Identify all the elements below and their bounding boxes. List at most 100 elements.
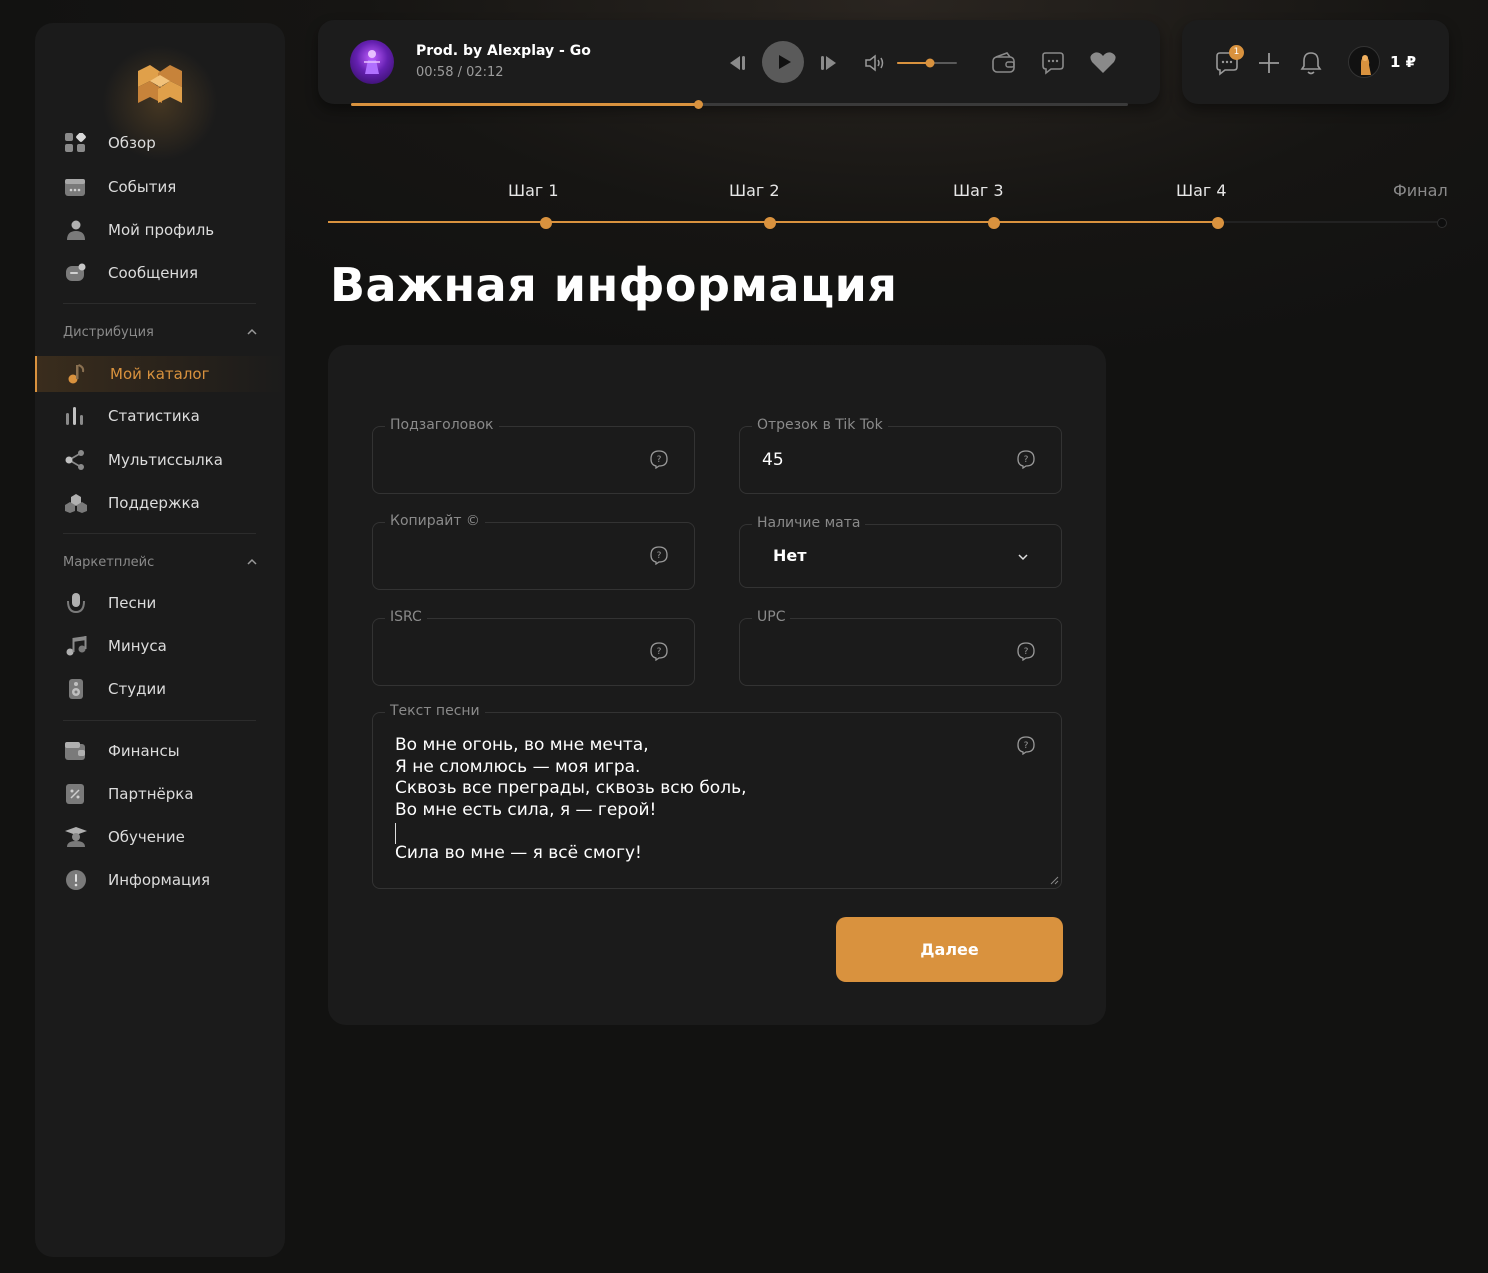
sidebar-item-label: Финансы [108,742,180,760]
svg-text:?: ? [657,551,662,561]
track-progress-fill [351,103,698,106]
field-label: Отрезок в Tik Tok [752,417,888,433]
play-icon [779,55,791,69]
sidebar-item-label: Студии [108,680,166,698]
wallet-icon[interactable] [991,51,1017,75]
svg-text:?: ? [657,647,662,657]
field-label: Наличие мата [752,515,866,531]
step-3-dot[interactable] [988,217,1000,229]
resize-handle-icon[interactable] [1050,876,1059,885]
next-icon[interactable] [818,54,840,72]
form-card: Подзаголовок ? Отрезок в Tik Tok 45 ? Ко… [328,345,1106,1025]
field-label: ISRC [385,609,427,625]
step-4-label: Шаг 4 [1176,181,1227,200]
svg-text:?: ? [657,455,662,465]
sidebar-item-education[interactable]: Обучение [35,819,285,855]
next-button[interactable]: Далее [836,917,1063,982]
volume-icon[interactable] [864,53,886,73]
help-icon[interactable]: ? [1016,735,1036,755]
sidebar-item-label: Обзор [108,134,156,152]
step-1-label: Шаг 1 [508,181,559,200]
step-2-dot[interactable] [764,217,776,229]
chevron-up-icon[interactable] [247,558,257,566]
track-time: 00:58 / 02:12 [416,65,504,80]
bars-icon [66,407,83,425]
track-progress-bar[interactable] [351,100,1128,109]
sidebar-item-events[interactable]: События [35,169,285,205]
play-button[interactable] [762,41,804,83]
copyright-field[interactable]: Копирайт © ? [372,513,695,590]
upc-field[interactable]: UPC ? [739,609,1062,686]
step-final-dot[interactable] [1437,218,1447,228]
message-icon [66,263,86,281]
sidebar-item-label: Мультиссылка [108,451,223,469]
step-2-label: Шаг 2 [729,181,780,200]
field-label: Текст песни [385,703,485,719]
sidebar-item-label: События [108,178,177,196]
svg-text:?: ? [1024,647,1029,657]
help-icon[interactable]: ? [649,449,669,469]
sidebar-item-statistics[interactable]: Статистика [35,398,285,434]
step-4-dot[interactable] [1212,217,1224,229]
chevron-up-icon[interactable] [247,328,257,336]
field-label: Копирайт © [385,513,485,529]
balance[interactable]: 1 ₽ [1390,53,1416,71]
sidebar-item-studios[interactable]: Студии [35,671,285,707]
step-final-label: Финал [1393,181,1448,200]
share-icon [65,450,84,470]
sidebar-item-label: Сообщения [108,264,199,282]
sidebar-item-minus[interactable]: Минуса [35,628,285,664]
sidebar-item-catalog[interactable]: Мой каталог [35,356,285,392]
track-cover[interactable] [350,40,394,84]
lyrics-text: Во мне огонь, во мне мечта, Я не сломлюс… [395,735,747,863]
info-icon [66,870,86,890]
sidebar-item-label: Мой профиль [108,221,215,239]
graduation-icon [65,827,87,847]
track-progress-knob[interactable] [694,100,703,109]
sidebar-item-songs[interactable]: Песни [35,585,285,621]
help-icon[interactable]: ? [649,545,669,565]
support-icon [65,494,87,513]
heart-icon[interactable] [1089,51,1117,75]
plus-icon[interactable] [1258,52,1280,74]
bell-icon[interactable] [1299,50,1323,76]
music-player: Prod. by Alexplay - Go 00:58 / 02:12 [318,20,1160,104]
sidebar-item-multilink[interactable]: Мультиссылка [35,442,285,478]
explicit-select[interactable]: Наличие мата Нет [739,515,1062,588]
sidebar-item-profile[interactable]: Мой профиль [35,212,285,248]
svg-text:?: ? [1024,741,1029,751]
tiktok-segment-field[interactable]: Отрезок в Tik Tok 45 ? [739,417,1062,494]
sidebar-item-label: Песни [108,594,157,612]
logo-icon[interactable] [136,63,184,105]
sidebar-item-partner[interactable]: Партнёрка [35,776,285,812]
lyrics-textarea[interactable]: Текст песни Во мне огонь, во мне мечта, … [372,703,1062,889]
help-icon[interactable]: ? [649,641,669,661]
sidebar-item-support[interactable]: Поддержка [35,485,285,521]
chevron-down-icon[interactable] [1018,553,1028,561]
sidebar-item-finance[interactable]: Финансы [35,733,285,769]
subtitle-field[interactable]: Подзаголовок ? [372,417,695,494]
stepper-line-remaining [1218,221,1442,223]
comment-icon[interactable] [1040,51,1066,75]
sidebar-item-info[interactable]: Информация [35,862,285,898]
music-icon [66,636,87,656]
help-icon[interactable]: ? [1016,449,1036,469]
calendar-icon [65,179,85,196]
chat-badge: 1 [1229,45,1244,60]
help-icon[interactable]: ? [1016,641,1036,661]
divider [63,533,256,534]
grid-icon [65,133,86,152]
avatar-figure-icon [1361,55,1371,75]
previous-icon[interactable] [726,54,748,72]
volume-slider[interactable] [896,56,958,70]
cover-figure-icon [364,50,380,74]
avatar[interactable] [1348,46,1380,78]
sidebar-item-overview[interactable]: Обзор [35,125,285,161]
music-note-icon [68,364,85,384]
sidebar-item-messages[interactable]: Сообщения [35,255,285,291]
step-1-dot[interactable] [540,217,552,229]
sidebar-item-label: Минуса [108,637,167,655]
isrc-field[interactable]: ISRC ? [372,609,695,686]
section-title-marketplace: Маркетплейс [63,555,155,570]
section-title-distribution: Дистрибуция [63,325,154,340]
